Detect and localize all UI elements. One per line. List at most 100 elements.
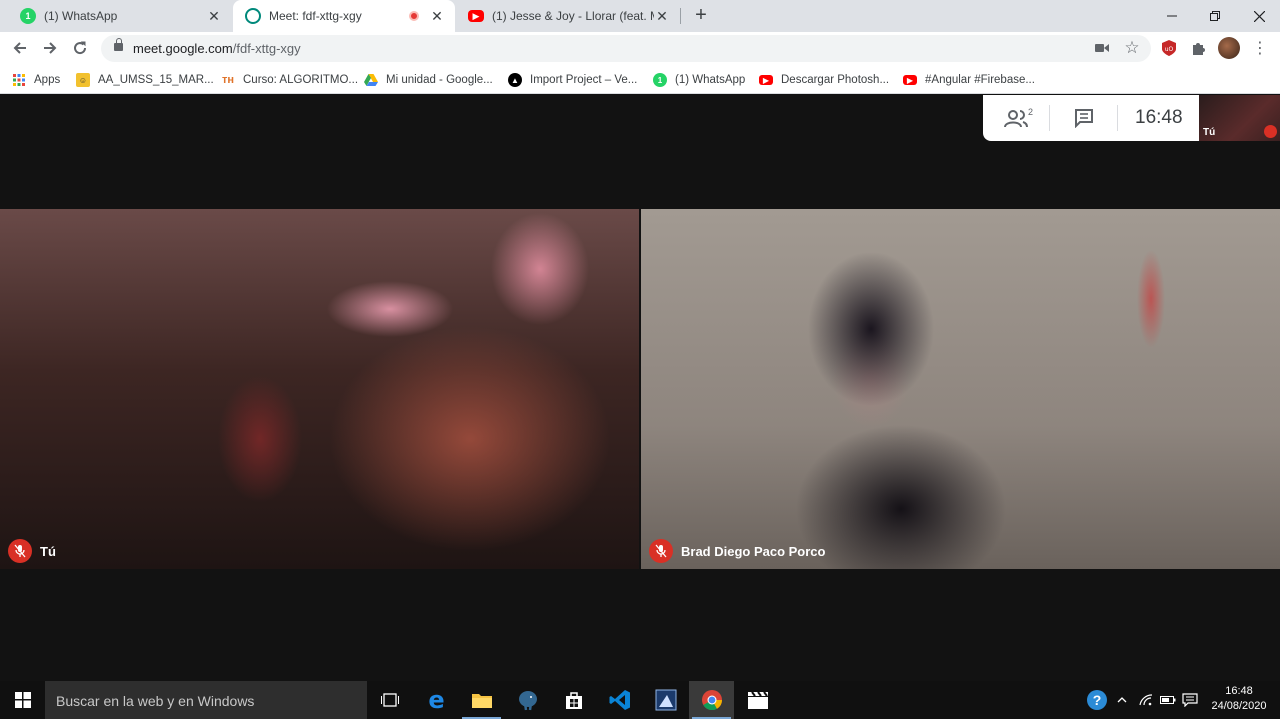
recording-indicator-icon [409,11,419,21]
tab-youtube[interactable]: ▶ (1) Jesse & Joy - Llorar (feat. Mar ✕ [456,0,680,32]
taskbar-edge[interactable]: e [414,681,459,719]
start-button[interactable] [0,681,45,719]
taskbar-store[interactable] [551,681,596,719]
ublock-extension-icon[interactable]: uO [1157,36,1181,60]
participant-name: Brad Diego Paco Porco [681,543,826,559]
bookmark-label: (1) WhatsApp [675,74,746,86]
close-tab-icon[interactable]: ✕ [206,8,222,24]
minimize-button[interactable] [1149,0,1195,32]
tab-whatsapp[interactable]: 1 (1) WhatsApp ✕ [8,0,232,32]
close-tab-icon[interactable]: ✕ [429,8,445,24]
help-tray-icon[interactable]: ? [1086,681,1108,719]
show-hidden-icons-chevron-icon[interactable] [1112,681,1132,719]
close-tab-icon[interactable]: ✕ [654,8,670,24]
taskbar-postgresql[interactable] [505,681,550,719]
participant-tile-self[interactable]: Tú [0,209,639,569]
store-bag-icon [565,692,582,709]
divider [1049,105,1050,131]
taskbar-chrome[interactable] [689,681,734,719]
paint-app-icon [655,689,676,711]
taskbar-search-box[interactable]: Buscar en la web y en Windows [45,681,367,719]
bookmarks-bar: Apps ☺ AA_UMSS_15_MAR... ᴛʜ Curso: ALGOR… [0,65,1280,94]
taskbar-vscode[interactable] [597,681,642,719]
battery-icon[interactable] [1158,681,1178,719]
youtube-icon: ▶ [759,75,773,85]
vscode-icon [609,690,630,710]
windows-logo-icon [14,692,31,708]
google-drive-icon [364,73,378,87]
bookmark-label: Import Project – Ve... [530,74,638,86]
browser-tab-strip: 1 (1) WhatsApp ✕ Meet: fdf-xttg-xgy ✕ ▶ … [0,0,1280,32]
bookmark-photoshop[interactable]: ▶ Descargar Photosh... [759,71,889,89]
taskbar-clock[interactable]: 16:48 24/08/2020 [1204,684,1274,714]
address-bar[interactable]: meet.google.com/fdf-xttg-xgy ☆ [101,35,1151,62]
notifications-icon[interactable] [1180,681,1200,719]
arrow-left-icon [13,42,26,54]
self-view-thumbnail[interactable]: Tú [1199,95,1280,141]
meet-stage: 2 16:48 Tú Tú Brad Diego Paco Porco [0,95,1280,681]
bookmark-label: Apps [34,74,61,86]
umss-icon: ☺ [76,73,90,87]
bookmark-drive[interactable]: Mi unidad - Google... [364,71,493,89]
youtube-icon: ▶ [468,10,484,22]
folder-icon [471,694,492,708]
restore-button[interactable] [1192,0,1238,32]
tab-title: (1) WhatsApp [44,9,118,23]
clapperboard-icon [747,691,768,709]
participant-tile-remote[interactable]: Brad Diego Paco Porco [641,209,1280,569]
meet-icon [245,8,261,24]
postgresql-elephant-icon [518,691,537,711]
self-view-label: Tú [1203,127,1216,138]
participant-name-tag: Tú [8,539,56,563]
mic-off-icon [1264,125,1277,138]
chat-icon [1075,109,1093,128]
tab-meet[interactable]: Meet: fdf-xttg-xgy ✕ [233,0,455,32]
edge-icon: e [428,686,445,714]
bookmark-star-icon[interactable]: ☆ [1120,36,1144,60]
bookmark-curso[interactable]: ᴛʜ Curso: ALGORITMO... [221,71,358,89]
forward-button[interactable] [38,36,62,60]
camera-icon[interactable] [1090,36,1114,60]
vercel-icon: ▲ [508,73,522,87]
lock-icon [114,38,123,51]
participant-name: Tú [40,543,56,559]
close-window-button[interactable] [1236,0,1280,32]
url-text: meet.google.com/fdf-xttg-xgy [133,41,301,56]
bookmark-import-project[interactable]: ▲ Import Project – Ve... [508,71,637,89]
minimize-icon [1167,15,1177,17]
bookmark-apps[interactable]: Apps [12,71,60,89]
back-button[interactable] [8,36,32,60]
people-icon: 2 [1004,107,1033,128]
search-placeholder: Buscar en la web y en Windows [56,693,255,709]
taskbar-app-7[interactable] [643,681,688,719]
chrome-icon [701,690,722,711]
new-tab-button[interactable]: + [690,4,712,26]
bookmark-whatsapp[interactable]: 1 (1) WhatsApp [653,71,745,89]
tab-title: Meet: fdf-xttg-xgy [269,9,362,23]
extensions-puzzle-icon[interactable] [1187,36,1211,60]
whatsapp-icon: 1 [20,8,36,24]
browser-toolbar: meet.google.com/fdf-xttg-xgy ☆ uO ⋮ [0,32,1280,65]
participants-button[interactable]: 2 [999,106,1039,130]
windows-taskbar: Buscar en la web y en Windows e ? 16:48 … [0,681,1280,719]
whatsapp-icon: 1 [653,73,667,87]
wifi-icon[interactable] [1136,681,1156,719]
taskbar-video-editor[interactable] [735,681,780,719]
reload-button[interactable] [68,36,92,60]
svg-text:uO: uO [1165,46,1174,53]
profile-avatar[interactable] [1217,36,1241,60]
tab-title: (1) Jesse & Joy - Llorar (feat. Mar [492,9,654,23]
arrow-right-icon [44,42,57,54]
bookmark-angular-firebase[interactable]: ▶ #Angular #Firebase... [903,71,1035,89]
menu-kebab-icon[interactable]: ⋮ [1248,36,1272,60]
reload-icon [74,41,87,55]
taskbar-file-explorer[interactable] [459,681,504,719]
bookmark-label: AA_UMSS_15_MAR... [98,74,214,86]
divider [1117,105,1118,131]
bookmark-umss[interactable]: ☺ AA_UMSS_15_MAR... [76,71,214,89]
bookmark-label: #Angular #Firebase... [925,74,1035,86]
restore-icon [1210,11,1220,21]
task-view-button[interactable] [367,681,412,719]
close-icon [1253,10,1265,22]
chat-button[interactable] [1067,106,1101,130]
